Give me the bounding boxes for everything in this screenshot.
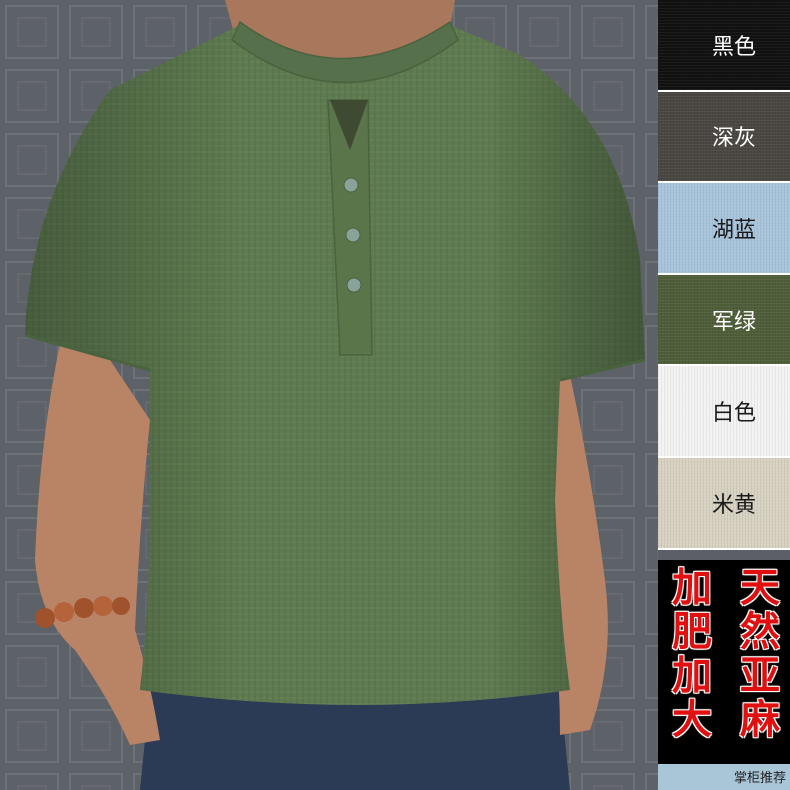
swatch-lake-blue: 湖蓝 (658, 183, 790, 275)
promo-banner: 加 肥 加 大 天 然 亚 麻 掌柜推荐 (658, 560, 790, 790)
product-image: 黑色 深灰 湖蓝 军绿 白色 米黄 加 肥 加 大 天 然 亚 麻 掌柜推荐 (0, 0, 790, 790)
shirt-button (346, 277, 362, 293)
shopkeeper-recommend-label: 掌柜推荐 (733, 771, 786, 786)
promo-char: 肥 (672, 609, 712, 655)
color-swatch-list: 黑色 深灰 湖蓝 军绿 白色 米黄 (658, 0, 790, 560)
promo-char: 天 (740, 565, 780, 611)
promo-char: 加 (672, 653, 712, 699)
swatch-beige: 米黄 (658, 457, 790, 550)
swatch-label: 湖蓝 (711, 217, 756, 243)
swatch-dark-gray: 深灰 (658, 91, 790, 184)
swatch-army-green: 军绿 (658, 274, 790, 367)
promo-char: 大 (672, 697, 712, 743)
shirt-button (343, 177, 359, 193)
swatch-label: 黑色 (711, 34, 756, 60)
promo-char: 加 (672, 565, 712, 611)
swatch-label: 白色 (711, 401, 756, 427)
model-wearing-shirt-photo (0, 0, 658, 790)
jeans (140, 690, 570, 790)
swatch-label: 米黄 (711, 492, 756, 518)
product-photo (0, 0, 658, 790)
promo-char: 麻 (740, 697, 780, 743)
promo-plus-size: 加 肥 加 大 (662, 566, 722, 742)
swatch-black: 黑色 (658, 0, 790, 92)
shirt-button (345, 227, 361, 243)
swatch-label: 军绿 (711, 309, 756, 335)
promo-char: 亚 (740, 653, 780, 699)
swatch-label: 深灰 (711, 126, 756, 152)
promo-natural-linen: 天 然 亚 麻 (730, 566, 790, 742)
promo-char: 然 (740, 609, 780, 655)
swatch-white: 白色 (658, 366, 790, 458)
